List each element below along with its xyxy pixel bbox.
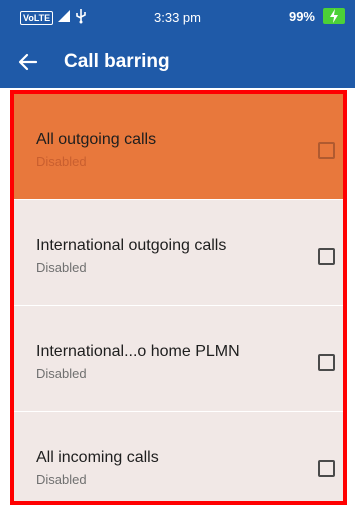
list-item-status: Disabled: [36, 472, 87, 487]
list-item-international-outgoing-calls[interactable]: International outgoing calls Disabled: [14, 200, 343, 306]
checkbox[interactable]: [318, 248, 335, 265]
arrow-left-icon: [18, 53, 38, 71]
battery-charging-icon: [323, 8, 345, 24]
status-bar: VoLTE 3:33 pm 99%: [0, 0, 355, 36]
list-item-title: All incoming calls: [36, 449, 159, 466]
status-icons-right: 99%: [289, 8, 345, 24]
checkbox[interactable]: [318, 142, 335, 159]
list-item-status: Disabled: [36, 260, 87, 275]
app-bar: Call barring: [0, 36, 355, 88]
checkbox[interactable]: [318, 460, 335, 477]
call-barring-list: All outgoing calls Disabled Internationa…: [10, 90, 347, 505]
list-item-status: Disabled: [36, 154, 87, 169]
list-item-status: Disabled: [36, 366, 87, 381]
list-item-title: International outgoing calls: [36, 237, 227, 254]
back-button[interactable]: [12, 46, 44, 78]
list-item-all-incoming-calls[interactable]: All incoming calls Disabled: [14, 412, 343, 501]
page-title: Call barring: [64, 51, 170, 72]
list-item-title: All outgoing calls: [36, 131, 157, 148]
checkbox[interactable]: [318, 354, 335, 371]
list-item-international-except-home-plmn[interactable]: International...o home PLMN Disabled: [14, 306, 343, 412]
list-item-title: International...o home PLMN: [36, 343, 240, 360]
list-item-all-outgoing-calls[interactable]: All outgoing calls Disabled: [14, 94, 343, 200]
battery-percent: 99%: [288, 8, 315, 24]
